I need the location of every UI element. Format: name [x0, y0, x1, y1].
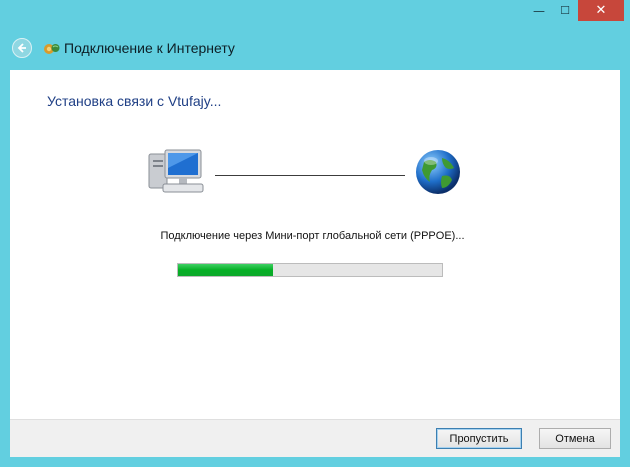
progress-bar: [177, 263, 443, 277]
status-text: Подключение через Мини-порт глобальной с…: [160, 230, 465, 242]
close-button[interactable]: ✕: [578, 0, 624, 21]
computer-icon: [148, 149, 204, 193]
globe-icon: [416, 150, 460, 194]
window-title: Подключение к Интернету: [64, 40, 235, 56]
caption-buttons: — ☐ ✕: [526, 0, 624, 21]
progress-bar-fill: [178, 264, 273, 276]
back-button[interactable]: [12, 38, 32, 58]
network-wizard-icon: [44, 43, 60, 54]
page-heading: Установка связи с Vtufajy...: [47, 93, 222, 109]
skip-button[interactable]: Пропустить: [436, 428, 522, 449]
content-area: Установка связи с Vtufajy... Подключение…: [10, 70, 620, 419]
back-arrow-icon: [17, 43, 26, 53]
button-bar: Пропустить Отмена: [10, 419, 620, 457]
minimize-button[interactable]: —: [526, 0, 552, 21]
title-bar: Подключение к Интернету: [12, 37, 235, 59]
maximize-button[interactable]: ☐: [552, 0, 578, 21]
connection-line: [215, 175, 405, 176]
dialog-window: — ☐ ✕ Подключение к Интернету Установка …: [0, 0, 630, 467]
cancel-button[interactable]: Отмена: [539, 428, 611, 449]
